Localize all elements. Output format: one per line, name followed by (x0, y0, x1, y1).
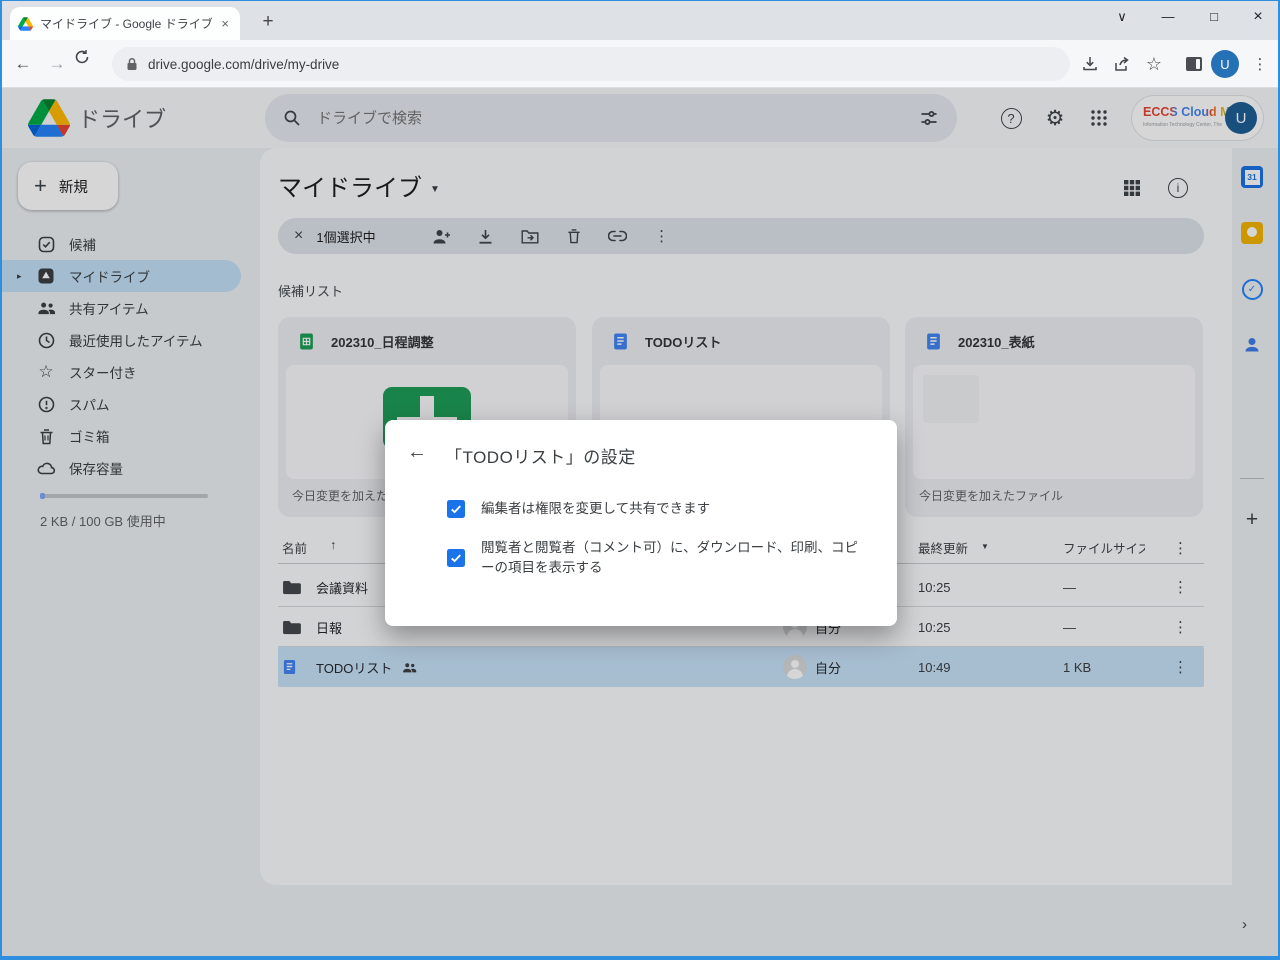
browser-tab[interactable]: マイドライブ - Google ドライブ × (10, 7, 240, 40)
new-tab-button[interactable]: + (254, 8, 282, 36)
checkbox-label[interactable]: 編集者は権限を変更して共有できます (481, 499, 861, 519)
side-panel-icon[interactable] (1180, 50, 1208, 78)
lock-icon (126, 57, 138, 71)
sharing-settings-dialog: ← 「TODOリスト」の設定 編集者は権限を変更して共有できます 閲覧者と閲覧者… (385, 420, 897, 626)
reload-icon[interactable] (74, 49, 104, 79)
checkbox-editors-can-share[interactable] (447, 500, 465, 518)
browser-menu-icon[interactable]: ⋮ (1246, 50, 1274, 78)
tab-title: マイドライブ - Google ドライブ (40, 15, 218, 32)
tab-strip: マイドライブ - Google ドライブ × + ∨ — □ × (0, 0, 1280, 40)
maximize-button[interactable]: □ (1192, 0, 1236, 34)
forward-icon[interactable]: → (42, 49, 72, 79)
bookmark-star-icon[interactable]: ☆ (1140, 50, 1168, 78)
browser-window: マイドライブ - Google ドライブ × + ∨ — □ × ← → dri… (0, 0, 1280, 960)
drive-favicon-icon (18, 17, 33, 31)
tab-close-icon[interactable]: × (218, 16, 232, 31)
dialog-title: 「TODOリスト」の設定 (445, 443, 636, 468)
tab-search-icon[interactable]: ∨ (1100, 0, 1144, 34)
browser-toolbar: ← → drive.google.com/drive/my-drive ☆ U … (0, 40, 1280, 88)
share-icon[interactable] (1108, 50, 1136, 78)
drive-app: ドライブ ? ⚙ ECCS Cloud Mail Information Tec… (0, 88, 1280, 960)
download-page-icon[interactable] (1076, 50, 1104, 78)
checkbox-viewers-can-download[interactable] (447, 549, 465, 567)
browser-avatar[interactable]: U (1211, 50, 1239, 78)
address-bar[interactable]: drive.google.com/drive/my-drive (112, 47, 1070, 81)
url-text: drive.google.com/drive/my-drive (148, 57, 339, 72)
back-icon[interactable]: ← (8, 49, 38, 79)
close-button[interactable]: × (1236, 0, 1280, 34)
dialog-back-icon[interactable]: ← (407, 441, 427, 464)
minimize-button[interactable]: — (1146, 0, 1190, 34)
checkbox-label[interactable]: 閲覧者と閲覧者（コメント可）に、ダウンロード、印刷、コピーの項目を表示する (481, 538, 861, 578)
